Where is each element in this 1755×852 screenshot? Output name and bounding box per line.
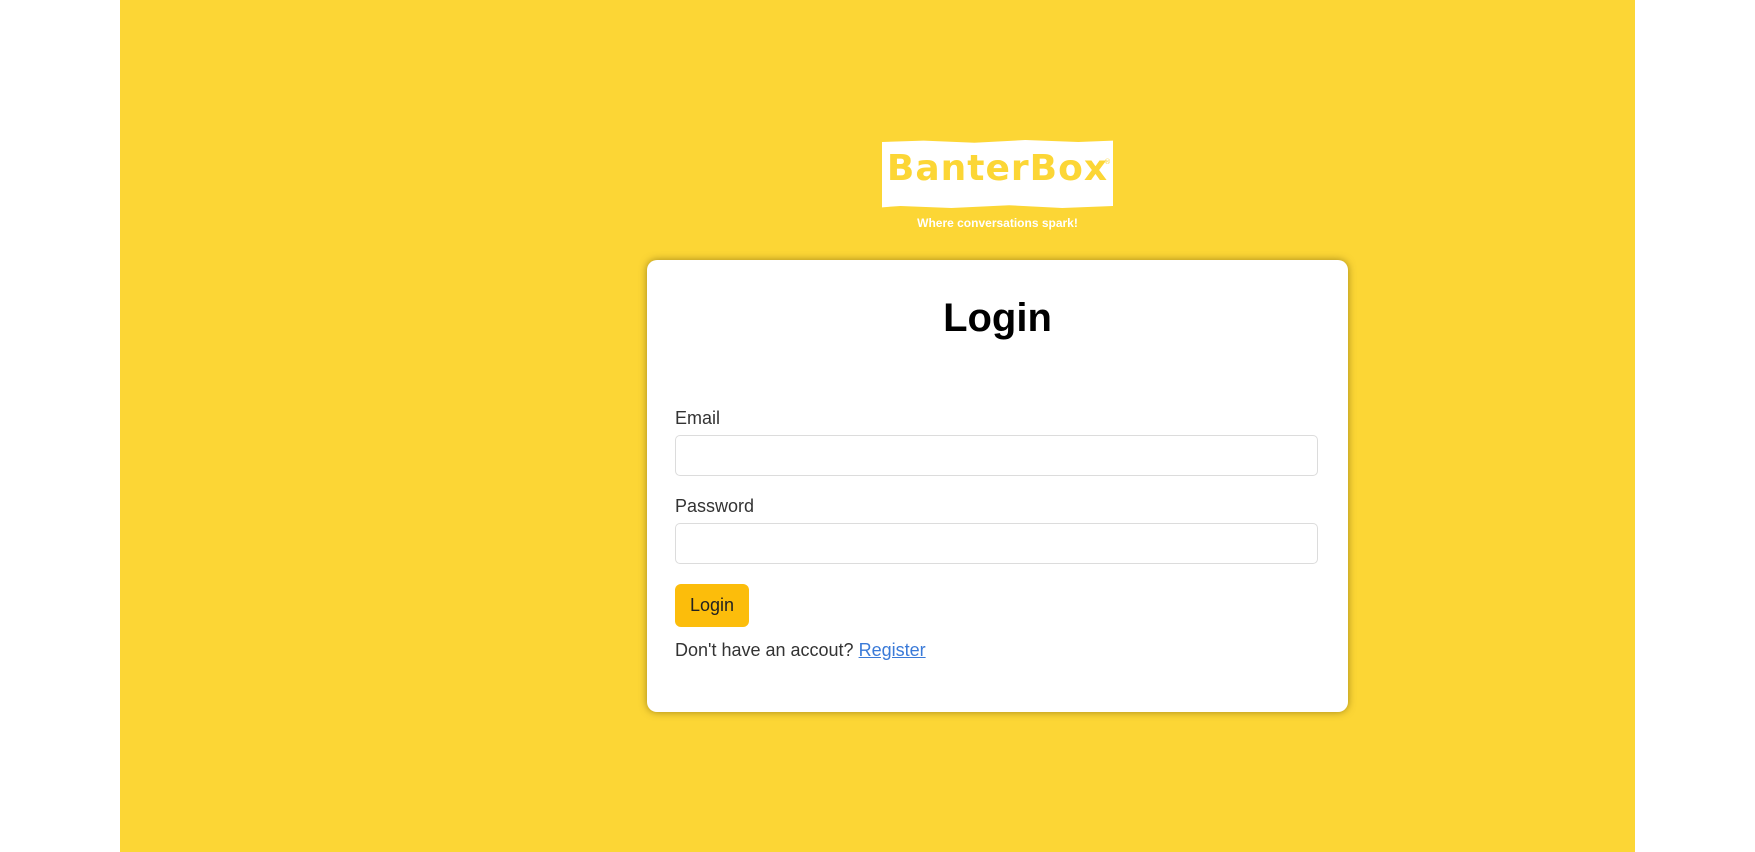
banterbox-logo: BanterBox ® Where conversations spark! xyxy=(882,140,1113,236)
login-button[interactable]: Login xyxy=(675,584,749,627)
register-prompt-text: Don't have an accout? xyxy=(675,640,854,660)
login-card: Login Email Password Login Don't have an… xyxy=(647,260,1348,712)
logo-wordmark: BanterBox xyxy=(886,148,1109,189)
email-input[interactable] xyxy=(675,435,1318,476)
register-prompt-line: Don't have an accout? Register xyxy=(675,640,926,661)
password-input[interactable] xyxy=(675,523,1318,564)
password-label: Password xyxy=(675,496,755,516)
logo-tagline: Where conversations spark! xyxy=(917,216,1078,230)
page-background: BanterBox ® Where conversations spark! L… xyxy=(120,0,1635,852)
logo-registered-mark: ® xyxy=(1104,158,1111,166)
email-label: Email xyxy=(675,408,721,428)
login-title: Login xyxy=(943,296,1052,340)
register-link[interactable]: Register xyxy=(859,640,926,660)
